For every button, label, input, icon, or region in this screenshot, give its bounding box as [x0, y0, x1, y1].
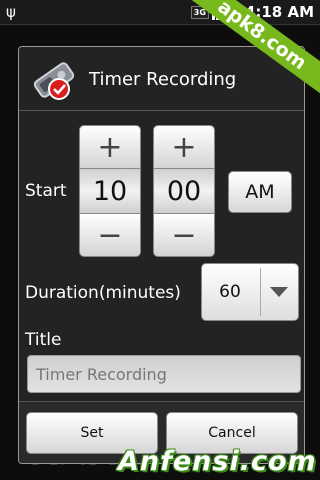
- duration-dropdown[interactable]: 60: [201, 263, 299, 321]
- minute-increment-button[interactable]: +: [153, 125, 215, 169]
- recorder-alarm-icon: [33, 62, 75, 100]
- status-bar: ψ 3G 4:18 AM: [0, 0, 320, 25]
- hour-value[interactable]: 10: [79, 169, 141, 213]
- minute-decrement-button[interactable]: −: [153, 213, 215, 257]
- screen: meet 1-27-02-31-00 1-27-02-18-55 test 1-…: [0, 0, 320, 480]
- hour-spinner[interactable]: + 10 −: [79, 125, 141, 257]
- am-pm-toggle-button[interactable]: AM: [228, 171, 292, 213]
- minute-value[interactable]: 00: [153, 169, 215, 213]
- hour-decrement-button[interactable]: −: [79, 213, 141, 257]
- hour-increment-button[interactable]: +: [79, 125, 141, 169]
- usb-icon: ψ: [6, 3, 16, 21]
- dialog-header: Timer Recording: [19, 47, 304, 111]
- chevron-down-icon[interactable]: [260, 268, 296, 316]
- title-label: Title: [25, 330, 62, 350]
- duration-label: Duration(minutes): [25, 283, 181, 303]
- duration-value: 60: [219, 282, 241, 302]
- title-input[interactable]: Timer Recording: [27, 355, 301, 393]
- timer-recording-dialog: Timer Recording Start + 10 − + 00 − AM D…: [18, 46, 305, 464]
- dialog-title: Timer Recording: [89, 69, 237, 90]
- start-label: Start: [25, 181, 67, 201]
- minute-spinner[interactable]: + 00 −: [153, 125, 215, 257]
- anfensi-watermark: Anfensi.com: [118, 446, 317, 477]
